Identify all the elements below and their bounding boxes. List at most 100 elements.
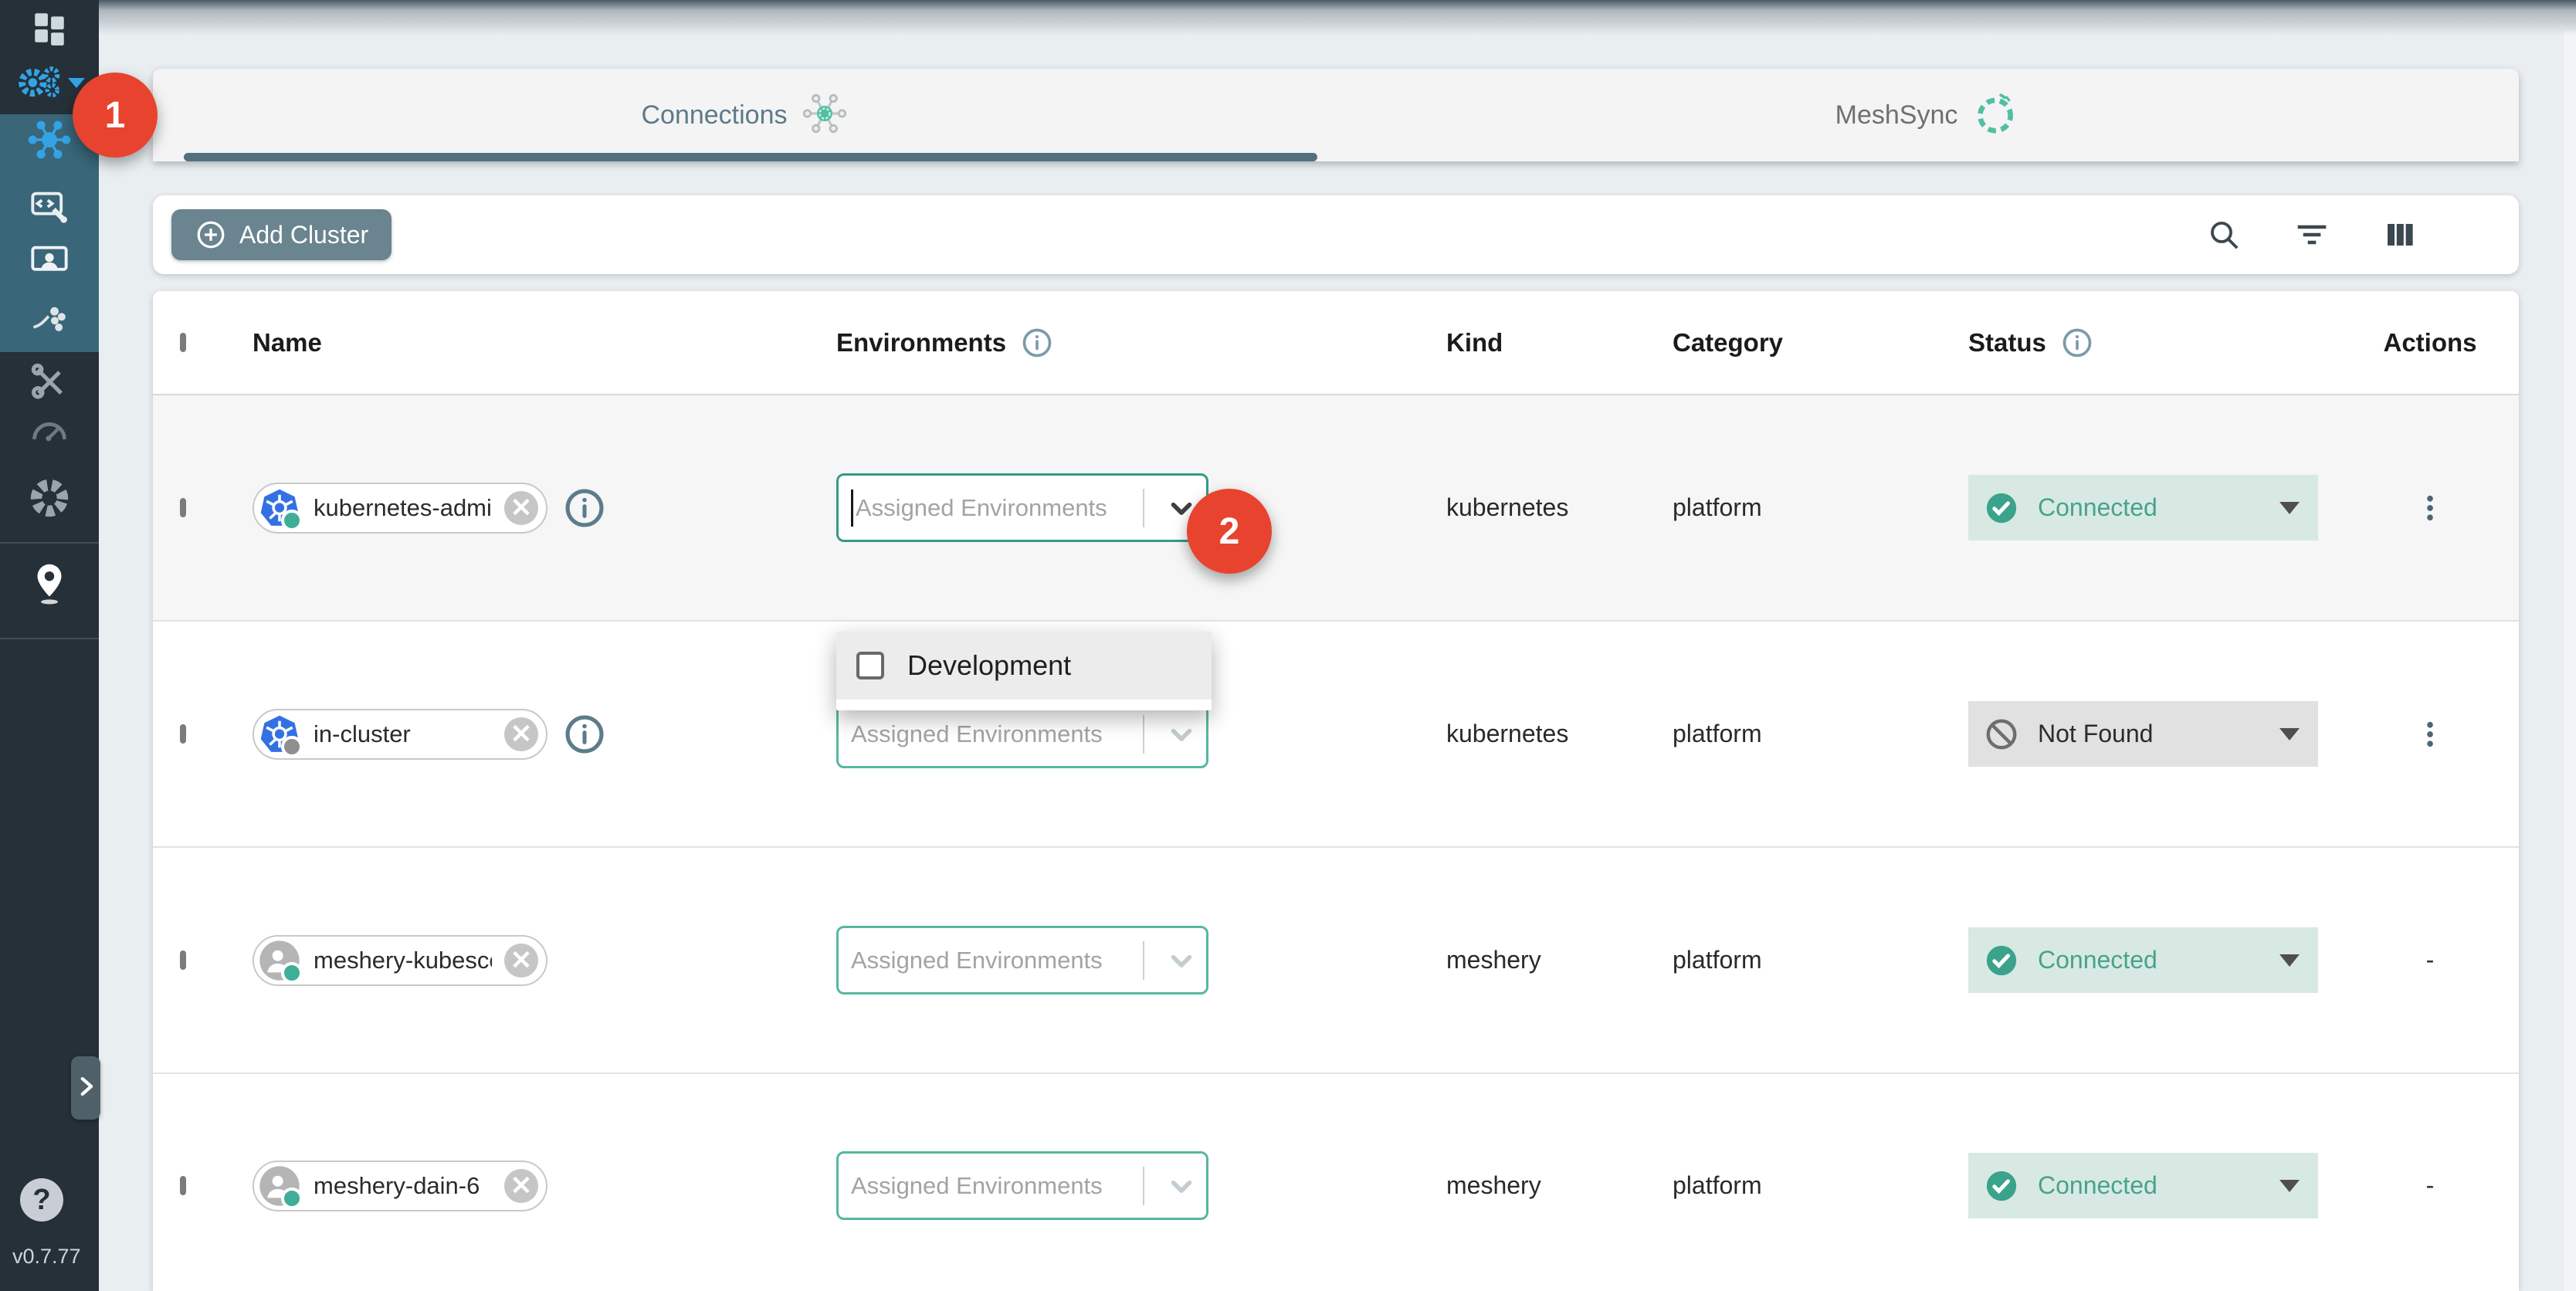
sidebar-item-adapters[interactable] <box>0 185 99 229</box>
connection-name-chip[interactable]: kubernetes-admin... ✕ <box>253 483 547 534</box>
connection-name-chip[interactable]: meshery-kubescop... ✕ <box>253 935 547 986</box>
connection-info-icon[interactable] <box>563 486 606 530</box>
environments-placeholder: Assigned Environments <box>851 720 1138 748</box>
category-value: platform <box>1673 946 1762 974</box>
tab-meshsync[interactable]: MeshSync <box>1336 69 2519 161</box>
sidebar-item-workloads[interactable] <box>0 298 99 341</box>
connection-status-dot <box>281 1188 303 1209</box>
add-cluster-button[interactable]: Add Cluster <box>171 209 391 260</box>
sidebar-expand-button[interactable] <box>71 1056 100 1120</box>
environments-placeholder: Assigned Environments <box>851 947 1138 974</box>
status-info-icon[interactable] <box>2060 326 2094 360</box>
sidebar-item-performance[interactable] <box>0 409 99 452</box>
tab-connections-label: Connections <box>641 100 787 130</box>
environments-placeholder: Assigned Environments <box>856 494 1138 522</box>
select-all-checkbox[interactable] <box>180 333 186 352</box>
kind-value: meshery <box>1446 1171 1541 1199</box>
annotation-step-1-badge: 1 <box>73 73 158 158</box>
lifecycle-gears-icon <box>14 62 85 103</box>
caret-down-icon <box>2279 728 2300 740</box>
annotation-step-2-badge: 2 <box>1187 489 1272 574</box>
check-circle-icon <box>1984 1168 2019 1204</box>
row-actions-menu-icon[interactable] <box>2412 717 2448 752</box>
no-actions-dash: - <box>2426 946 2435 974</box>
sidebar-item-designs[interactable] <box>0 239 99 283</box>
environment-option-label: Development <box>907 649 1071 682</box>
environment-option-checkbox[interactable] <box>856 652 884 679</box>
environments-placeholder: Assigned Environments <box>851 1172 1138 1200</box>
sync-ring-icon <box>1971 90 2019 141</box>
sidebar-item-location[interactable] <box>0 557 99 612</box>
status-select[interactable]: Not Found <box>1968 701 2318 767</box>
page-scrollbar[interactable] <box>2564 31 2576 1291</box>
environments-info-icon[interactable] <box>1020 326 1054 360</box>
assigned-environments-select[interactable]: Assigned Environments <box>836 926 1208 995</box>
sidebar-item-dashboard[interactable] <box>0 8 99 48</box>
question-mark-icon: ? <box>32 1184 50 1217</box>
chevron-down-icon <box>68 78 85 88</box>
chevron-down-icon[interactable] <box>1157 1170 1206 1202</box>
column-header-category[interactable]: Category <box>1673 328 1783 357</box>
active-tab-indicator <box>184 153 1317 161</box>
table-row: meshery-kubescop... ✕ Assigned Environme… <box>153 848 2519 1074</box>
column-header-status[interactable]: Status <box>1968 328 2046 357</box>
sidebar-divider <box>0 638 99 639</box>
status-label: Connected <box>2038 493 2261 522</box>
tab-connections[interactable]: Connections <box>153 69 1336 161</box>
chevron-down-icon[interactable] <box>1157 944 1206 977</box>
add-circle-icon <box>195 219 227 251</box>
top-shadow <box>0 0 2576 36</box>
table-toolbar: Add Cluster <box>153 195 2519 274</box>
connection-name-label: meshery-dain-6 <box>314 1172 492 1200</box>
select-divider <box>1143 489 1144 527</box>
remove-connection-icon[interactable]: ✕ <box>504 1169 538 1203</box>
tools-crossed-icon <box>28 361 71 402</box>
column-header-name[interactable]: Name <box>253 328 322 357</box>
remove-connection-icon[interactable]: ✕ <box>504 717 538 751</box>
connection-status-dot <box>281 510 303 531</box>
remove-connection-icon[interactable]: ✕ <box>504 944 538 978</box>
environment-option[interactable]: Development <box>836 632 1212 700</box>
table-actions <box>2205 216 2418 253</box>
search-icon[interactable] <box>2205 216 2242 253</box>
status-select[interactable]: Connected <box>1968 475 2318 540</box>
filter-icon[interactable] <box>2293 216 2330 253</box>
assigned-environments-select[interactable]: Assigned Environments <box>836 1151 1208 1220</box>
sidebar: ? v0.7.77 <box>0 0 99 1291</box>
row-checkbox[interactable] <box>180 724 186 744</box>
row-checkbox[interactable] <box>180 1176 186 1195</box>
status-select[interactable]: Connected <box>1968 1153 2318 1218</box>
dashboard-grid-icon <box>30 8 69 47</box>
row-checkbox[interactable] <box>180 498 186 517</box>
connection-tabs: Connections MeshSync <box>153 69 2519 161</box>
connection-info-icon[interactable] <box>563 713 606 756</box>
meshery-avatar-icon <box>258 939 301 982</box>
connection-name-chip[interactable]: in-cluster ✕ <box>253 709 547 760</box>
category-value: platform <box>1673 1171 1762 1199</box>
sidebar-item-configuration[interactable] <box>0 360 99 403</box>
text-cursor <box>851 490 853 527</box>
view-columns-icon[interactable] <box>2381 216 2418 253</box>
row-actions-menu-icon[interactable] <box>2412 490 2448 526</box>
assigned-environments-select[interactable]: Assigned Environments <box>836 473 1208 542</box>
kubernetes-icon <box>258 486 301 530</box>
kind-value: kubernetes <box>1446 720 1568 747</box>
connection-name-chip[interactable]: meshery-dain-6 ✕ <box>253 1161 547 1211</box>
chevron-down-icon[interactable] <box>1157 718 1206 751</box>
caret-down-icon <box>2279 1180 2300 1192</box>
block-icon <box>1984 717 2019 752</box>
row-checkbox[interactable] <box>180 950 186 970</box>
help-button[interactable]: ? <box>20 1178 63 1222</box>
column-header-kind[interactable]: Kind <box>1446 328 1503 357</box>
column-header-environments[interactable]: Environments <box>836 328 1006 357</box>
check-circle-icon <box>1984 943 2019 978</box>
location-pin-icon <box>27 561 72 608</box>
status-select[interactable]: Connected <box>1968 927 2318 993</box>
extensions-ring-icon <box>27 476 72 520</box>
status-label: Connected <box>2038 1171 2261 1200</box>
remove-connection-icon[interactable]: ✕ <box>504 491 538 525</box>
select-divider <box>1143 1167 1144 1205</box>
check-circle-icon <box>1984 490 2019 526</box>
screen-user-icon <box>28 241 71 281</box>
sidebar-item-extensions[interactable] <box>0 474 99 522</box>
